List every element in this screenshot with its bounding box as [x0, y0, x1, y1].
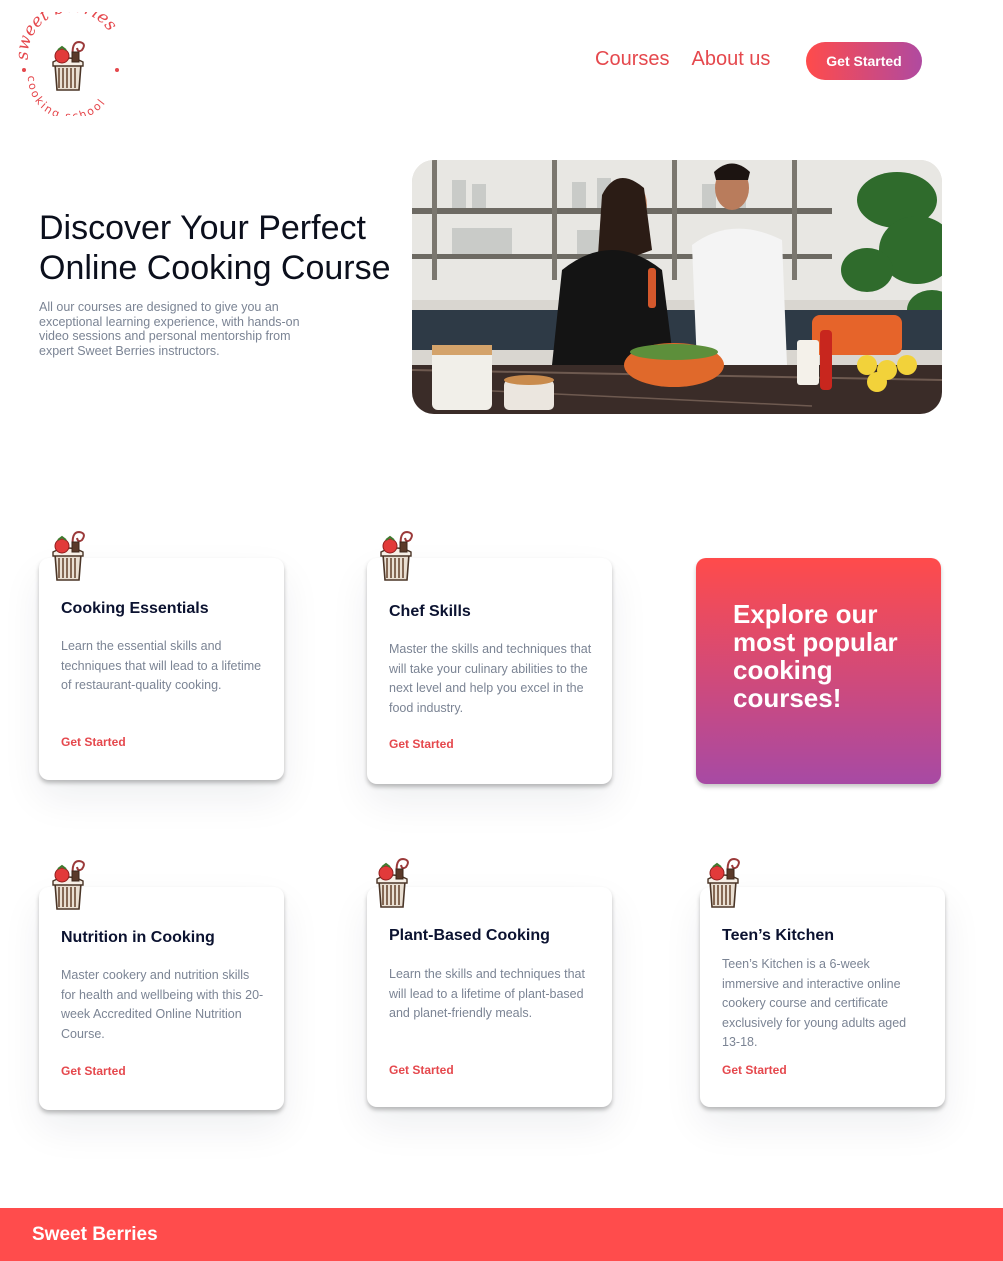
- course-description: Learn the skills and techniques that wil…: [389, 967, 585, 1020]
- course-get-started-link[interactable]: Get Started: [389, 1063, 454, 1077]
- hero-title: Discover Your Perfect Online Cooking Cou…: [39, 208, 391, 288]
- course-card-nutrition: Nutrition in Cooking Master cookery and …: [39, 860, 284, 1110]
- course-card-plant-based: Plant-Based Cooking Learn the skills and…: [367, 858, 612, 1107]
- nav-courses-link[interactable]: Courses: [595, 48, 669, 71]
- course-title: Cooking Essentials: [61, 600, 209, 617]
- nav-about-link[interactable]: About us: [691, 48, 770, 71]
- course-description: Teen’s Kitchen is a 6-week immersive and…: [722, 957, 907, 1049]
- course-card-teens-kitchen: Teen’s Kitchen Teen’s Kitchen is a 6-wee…: [700, 858, 945, 1107]
- course-title: Nutrition in Cooking: [61, 929, 215, 946]
- course-card-chef-skills: Chef Skills Master the skills and techni…: [367, 531, 612, 784]
- footer-brand: Sweet Berries: [32, 1224, 158, 1245]
- promo-card[interactable]: Explore our most popular cooking courses…: [696, 558, 941, 784]
- cake-icon: [376, 858, 409, 908]
- course-title: Chef Skills: [389, 603, 471, 620]
- course-card-cooking-essentials: Cooking Essentials Learn the essential s…: [39, 531, 284, 780]
- cake-icon: [52, 531, 85, 581]
- course-get-started-link[interactable]: Get Started: [722, 1063, 787, 1077]
- cake-icon: [52, 41, 85, 91]
- promo-text: Explore our most popular cooking courses…: [733, 599, 898, 713]
- course-title: Teen’s Kitchen: [722, 927, 835, 944]
- cake-icon: [380, 531, 413, 581]
- main-nav: Courses About us: [595, 48, 770, 71]
- cake-icon: [707, 858, 740, 908]
- course-title: Plant-Based Cooking: [389, 927, 550, 944]
- course-get-started-link[interactable]: Get Started: [389, 737, 454, 751]
- hero-title-line2: Online Cooking Course: [39, 249, 391, 287]
- course-get-started-link[interactable]: Get Started: [61, 735, 126, 749]
- hero-title-line1: Discover Your Perfect: [39, 209, 366, 247]
- header-get-started-button[interactable]: Get Started: [806, 42, 922, 80]
- course-description: Master the skills and techniques that wi…: [389, 642, 592, 715]
- cake-icon: [52, 860, 85, 910]
- course-description: Master cookery and nutrition skills for …: [61, 968, 264, 1041]
- brand-logo[interactable]: sweet berries cooking school: [13, 0, 126, 123]
- course-description: Learn the essential skills and technique…: [61, 639, 262, 692]
- hero-image: [412, 160, 942, 414]
- course-get-started-link[interactable]: Get Started: [61, 1064, 126, 1078]
- footer: Sweet Berries: [0, 1208, 1003, 1261]
- hero-description: All our courses are designed to give you…: [39, 300, 300, 358]
